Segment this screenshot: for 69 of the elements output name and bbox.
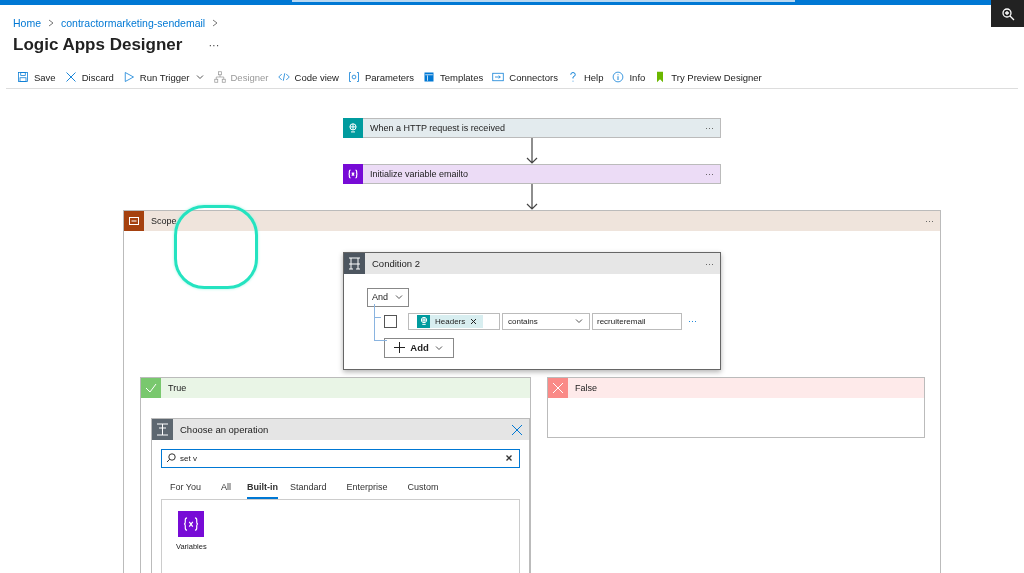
globe-icon bbox=[346, 120, 360, 135]
category-tab[interactable]: All bbox=[217, 479, 240, 499]
condition-icon bbox=[156, 423, 169, 436]
toolbar-button[interactable]: Save bbox=[17, 70, 56, 84]
category-tab[interactable]: Enterprise bbox=[342, 479, 396, 499]
condition-icon bbox=[348, 257, 361, 270]
checkbox[interactable] bbox=[384, 314, 397, 328]
toolbar-button[interactable]: Help bbox=[566, 70, 604, 84]
category-tab[interactable]: Built-in bbox=[247, 479, 279, 499]
toolbar-button[interactable]: Code view bbox=[277, 70, 339, 84]
toolbar-button[interactable]: Discard bbox=[64, 70, 114, 84]
value-field[interactable]: recruiteremail bbox=[592, 312, 682, 330]
more-menu[interactable]: ··· bbox=[208, 39, 220, 51]
search-field[interactable]: set v bbox=[161, 449, 520, 468]
branch-title: True bbox=[167, 383, 187, 393]
info-icon bbox=[612, 71, 625, 83]
arrow-connector bbox=[526, 138, 538, 164]
toolbar-button[interactable]: Info bbox=[612, 70, 646, 84]
operator-dropdown[interactable]: And bbox=[367, 287, 409, 307]
close-icon bbox=[470, 317, 478, 325]
close-icon bbox=[552, 382, 564, 394]
arrow-connector bbox=[526, 184, 538, 210]
toolbar-button[interactable]: Parameters bbox=[347, 70, 414, 84]
category-tab[interactable]: For You bbox=[166, 479, 210, 499]
more-menu[interactable]: ··· bbox=[705, 258, 720, 269]
more-menu[interactable]: ··· bbox=[688, 316, 697, 326]
clear-icon bbox=[505, 454, 513, 462]
toolbar-button[interactable]: Templates bbox=[423, 70, 484, 84]
chevron-down-icon bbox=[194, 72, 205, 82]
breadcrumb-link[interactable]: contractormarketing-sendemail bbox=[61, 17, 206, 29]
chevron-down-icon bbox=[394, 292, 404, 302]
chevron-right-icon bbox=[47, 19, 55, 27]
scope-title: Scope bbox=[150, 216, 178, 226]
breadcrumb-link[interactable]: Home bbox=[13, 17, 41, 29]
parameters-icon bbox=[347, 71, 360, 83]
toolbar-button[interactable]: Run Trigger bbox=[122, 70, 205, 84]
code-icon bbox=[277, 71, 290, 83]
branch-title: False bbox=[574, 383, 597, 393]
play-icon bbox=[122, 71, 135, 83]
category-tab[interactable]: Custom bbox=[403, 479, 447, 499]
connector-icon bbox=[492, 71, 505, 83]
more-menu[interactable]: ··· bbox=[705, 123, 720, 133]
zoom-in-icon bbox=[1000, 6, 1015, 21]
search-icon bbox=[166, 453, 176, 463]
page-title: Logic Apps Designer bbox=[13, 35, 183, 55]
more-menu[interactable]: ··· bbox=[705, 169, 720, 179]
template-grid-icon bbox=[423, 71, 435, 83]
value-field[interactable]: Headers bbox=[408, 312, 500, 330]
action-card[interactable]: When a HTTP request is received ··· bbox=[343, 118, 721, 138]
plus-icon bbox=[394, 342, 406, 353]
close-icon bbox=[64, 71, 77, 83]
action-title: When a HTTP request is received bbox=[369, 123, 506, 133]
toolbar-button[interactable]: Try Preview Designer bbox=[654, 70, 762, 84]
add-button[interactable]: Add bbox=[384, 337, 454, 358]
toolbar-button[interactable]: Connectors bbox=[492, 70, 558, 84]
zoom-button[interactable] bbox=[991, 0, 1024, 27]
chevron-right-icon bbox=[211, 19, 220, 27]
action-card[interactable]: Initialize variable emailto ··· bbox=[343, 164, 721, 184]
more-menu[interactable]: ··· bbox=[925, 216, 940, 226]
condition-title: Condition 2 bbox=[371, 258, 422, 269]
action-title: Initialize variable emailto bbox=[369, 169, 470, 179]
operator-dropdown[interactable]: contains bbox=[502, 312, 590, 330]
picker-title: Choose an operation bbox=[179, 424, 270, 435]
category-tab[interactable]: Standard bbox=[286, 479, 335, 499]
token-chip[interactable]: Headers bbox=[417, 314, 484, 328]
scope-icon bbox=[128, 215, 140, 227]
hierarchy-icon bbox=[213, 71, 226, 83]
chevron-down-icon bbox=[574, 316, 584, 326]
check-icon bbox=[145, 382, 157, 394]
